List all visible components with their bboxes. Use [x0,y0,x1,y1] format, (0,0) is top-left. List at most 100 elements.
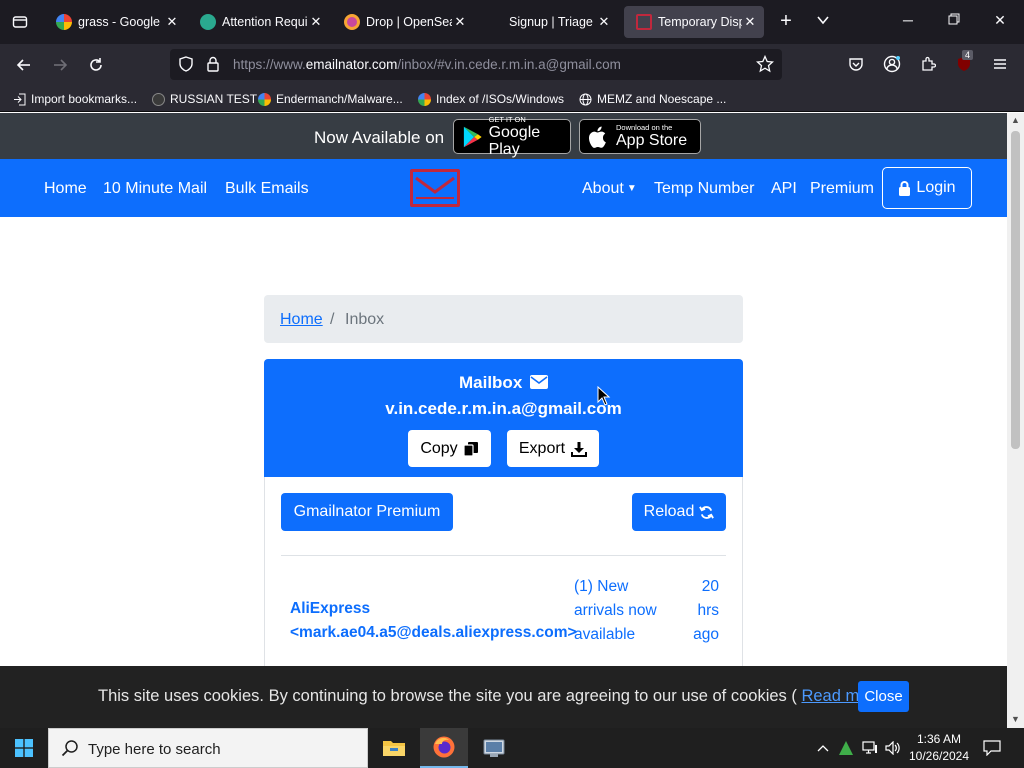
tab-title: grass - Google S [78,15,164,29]
cookie-text: This site uses cookies. By continuing to… [98,687,889,706]
nav-about-label: About [582,180,624,197]
reload-label: Reload [643,503,695,520]
browser-tab[interactable]: Attention Requi ✕ [188,6,330,38]
account-icon[interactable] [882,54,902,74]
bookmark-item[interactable]: Index of /ISOs/Windows [417,90,564,108]
close-tab-icon[interactable]: ✕ [452,14,468,30]
export-button[interactable]: Export [507,430,599,467]
nav-temp-number-link[interactable]: Temp Number [654,180,754,198]
address-bar[interactable]: https://www.emailnator.com/inbox/#v.in.c… [170,49,782,80]
nav-about-dropdown[interactable]: About ▼ [582,180,637,198]
nav-10-minute-mail-link[interactable]: 10 Minute Mail [103,180,207,198]
extensions-icon[interactable] [918,54,938,74]
windows-logo-icon [15,739,33,757]
import-icon [12,92,26,106]
message-subject[interactable]: (1) New arrivals now available [574,575,674,647]
extension-badge: 4 [962,50,974,60]
copy-button[interactable]: Copy [408,430,491,467]
mailbox-address: v.in.cede.r.m.in.a@gmail.com [385,399,622,418]
close-window-icon[interactable]: ✕ [990,12,1010,32]
scroll-down-arrow-icon[interactable]: ▼ [1011,714,1020,724]
pocket-icon[interactable] [846,54,866,74]
tray-app-icon[interactable] [838,740,854,756]
restore-icon[interactable] [944,12,964,32]
tab-title: Temporary Dispo [658,15,742,29]
notifications-icon[interactable] [983,739,1001,757]
firefox-view-icon[interactable] [8,10,32,34]
browser-tab[interactable]: Drop | OpenSea ✕ [332,6,474,38]
reload-button[interactable]: Reload [632,493,726,531]
breadcrumb-home-link[interactable]: Home [280,311,323,329]
network-icon[interactable] [862,740,878,756]
windows-taskbar: Type here to search 1:36 AM 10/26/2024 [0,728,1024,768]
cookie-close-button[interactable]: Close [858,681,909,712]
windows-start-button[interactable] [0,728,48,768]
url-text[interactable]: https://www.emailnator.com/inbox/#v.in.c… [233,57,621,72]
shield-icon[interactable] [178,56,194,77]
app-promo-bar: Now Available on GET IT ON Google Play D… [0,113,1007,159]
taskbar-clock[interactable]: 1:36 AM 10/26/2024 [906,731,972,765]
cloudflare-icon [200,14,216,30]
nav-api-link[interactable]: API [771,180,797,198]
app-store-button[interactable]: Download on the App Store [579,119,701,154]
app-store-small-text: Download on the [616,123,673,132]
forward-icon[interactable] [50,55,70,75]
app-store-big-text: App Store [616,132,688,149]
app-taskbar-icon[interactable] [470,728,518,768]
ublock-icon[interactable]: 4 [954,50,974,74]
caret-down-icon: ▼ [626,183,637,194]
browser-tab[interactable]: Signup | Triage ✕ [476,6,618,38]
browser-tab-active[interactable]: Temporary Dispo ✕ [624,6,764,38]
scroll-thumb[interactable] [1011,131,1020,449]
taskbar-search-box[interactable]: Type here to search [48,728,368,768]
search-placeholder: Type here to search [88,741,221,758]
cookie-message: This site uses cookies. By continuing to… [98,687,797,705]
close-tab-icon[interactable]: ✕ [164,14,180,30]
site-logo[interactable] [410,169,460,207]
reload-icon[interactable] [86,55,106,75]
browser-tab[interactable]: grass - Google S ✕ [44,6,186,38]
close-tab-icon[interactable]: ✕ [742,14,758,30]
back-icon[interactable] [14,55,34,75]
file-explorer-icon[interactable] [370,728,418,768]
bookmark-label: MEMZ and Noescape ... [597,92,727,106]
show-hidden-icons-icon[interactable] [815,740,831,756]
volume-icon[interactable] [885,740,901,756]
cookie-banner: This site uses cookies. By continuing to… [0,666,1007,728]
bookmark-star-icon[interactable] [755,54,775,78]
bookmark-item[interactable]: Endermanch/Malware... [257,90,403,108]
nav-premium-link[interactable]: Premium [810,180,874,198]
page-scrollbar[interactable]: ▲ ▼ [1007,113,1024,728]
close-tab-icon[interactable]: ✕ [308,14,324,30]
message-row[interactable]: AliExpress <mark.ae04.a5@deals.aliexpres… [265,575,744,655]
nav-bulk-emails-link[interactable]: Bulk Emails [225,180,309,198]
login-button[interactable]: Login [882,167,972,209]
menu-icon[interactable] [990,54,1010,74]
firefox-taskbar-icon[interactable] [420,728,468,768]
google-play-button[interactable]: GET IT ON Google Play [453,115,571,158]
message-sender[interactable]: AliExpress <mark.ae04.a5@deals.aliexpres… [290,597,577,645]
bookmark-item[interactable]: Import bookmarks... [12,90,137,108]
copy-label: Copy [420,439,458,457]
google-play-icon [463,126,482,147]
clock-time: 1:36 AM [916,732,962,746]
divider [281,555,726,556]
scroll-up-arrow-icon[interactable]: ▲ [1011,115,1020,125]
subject-line: available [574,626,636,643]
sender-email: <mark.ae04.a5@deals.aliexpress.com> [290,624,577,641]
gmailnator-premium-button[interactable]: Gmailnator Premium [281,493,453,531]
bookmark-item[interactable]: RUSSIAN TEST [151,90,257,108]
nav-home-link[interactable]: Home [44,180,87,198]
list-all-tabs-icon[interactable] [815,12,831,33]
lock-icon[interactable] [206,56,220,77]
google-icon [257,92,271,106]
new-tab-icon[interactable]: + [775,10,797,32]
bookmark-item[interactable]: MEMZ and Noescape ... [578,90,726,108]
github-icon [151,92,165,106]
copy-icon [463,441,478,457]
bookmark-label: Index of /ISOs/Windows [436,92,565,106]
mailbox-title: Mailbox [264,373,743,393]
bookmarks-toolbar: Import bookmarks... RUSSIAN TEST Enderma… [0,86,1024,112]
minimize-icon[interactable]: ─ [898,12,918,32]
close-tab-icon[interactable]: ✕ [596,14,612,30]
